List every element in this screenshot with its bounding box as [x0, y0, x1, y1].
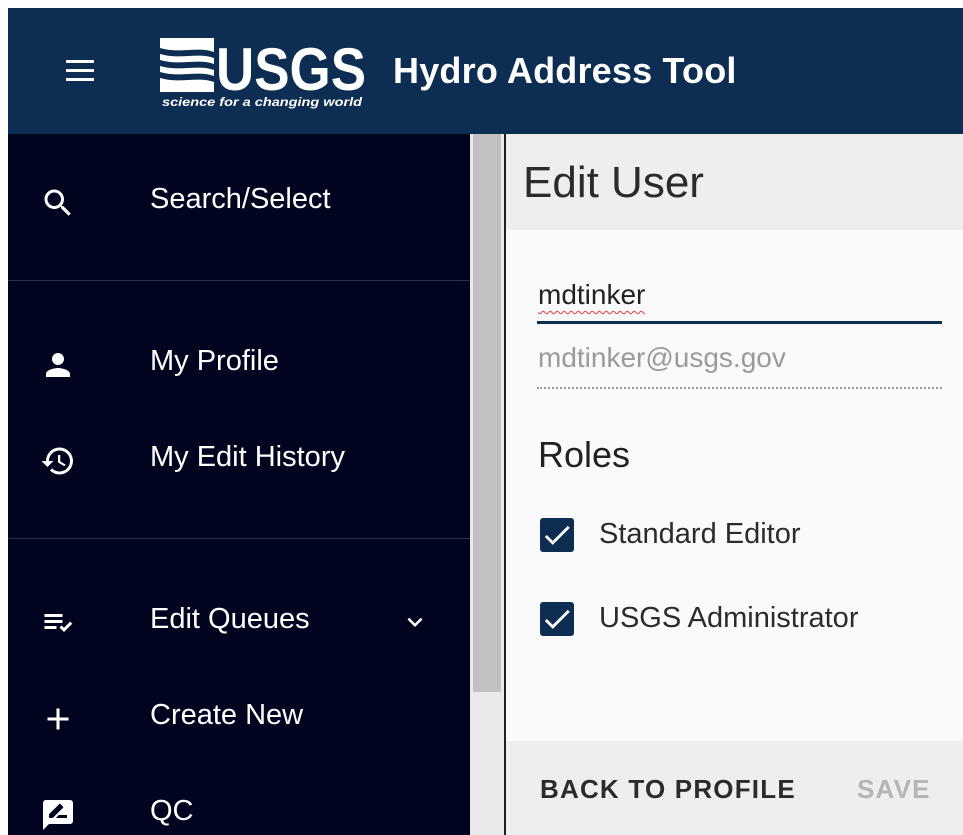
check-icon [544, 609, 570, 629]
page-title: Edit User [523, 158, 704, 207]
panel-header: Edit User [506, 134, 963, 230]
username-field[interactable]: mdtinker [538, 279, 645, 311]
app-title: Hydro Address Tool [393, 50, 737, 91]
sidebar-item-edit-queues[interactable]: Edit Queues [8, 589, 470, 649]
logo-tagline: science for a changing world [162, 95, 363, 109]
playlist-check-icon [40, 605, 76, 641]
app-header: USGS science for a changing world Hydro … [8, 8, 963, 134]
sidebar-item-label: Search/Select [150, 183, 331, 215]
document-top-strip [0, 0, 963, 8]
sidebar-nav: Search/Select My Profile My Edit History… [8, 134, 470, 835]
sidebar-item-search-select[interactable]: Search/Select [8, 169, 470, 229]
history-icon [40, 443, 76, 479]
back-to-profile-button[interactable]: BACK TO PROFILE [540, 774, 796, 805]
usgs-logo-graphic: USGS science for a changing world [160, 36, 366, 109]
role-label: USGS Administrator [599, 602, 859, 634]
chevron-down-icon[interactable] [400, 607, 430, 637]
checkbox-checked[interactable] [540, 518, 574, 552]
logo-wordmark: USGS [216, 36, 366, 103]
save-button[interactable]: SAVE [857, 774, 931, 805]
role-usgs-administrator[interactable]: USGS Administrator [538, 598, 958, 642]
sidebar-item-label: Edit Queues [150, 603, 310, 635]
panel-actions: BACK TO PROFILE SAVE [506, 741, 963, 835]
app-window: USGS science for a changing world Hydro … [8, 8, 963, 835]
sidebar-divider [8, 280, 470, 281]
scrollbar-thumb[interactable] [473, 134, 501, 692]
sidebar-item-my-edit-history[interactable]: My Edit History [8, 427, 470, 487]
sidebar-item-my-profile[interactable]: My Profile [8, 331, 470, 391]
email-field: mdtinker@usgs.gov [538, 342, 786, 373]
rate-review-icon [40, 797, 76, 833]
email-field-underline [537, 387, 942, 389]
sidebar-item-label: Create New [150, 699, 304, 731]
check-icon [544, 525, 570, 545]
plus-icon [40, 701, 76, 737]
person-icon [40, 347, 76, 383]
sidebar-divider [8, 538, 470, 539]
menu-icon[interactable] [66, 58, 96, 84]
sidebar-item-label: QC [150, 795, 194, 827]
sidebar-item-label: My Edit History [150, 441, 345, 473]
sidebar-item-qc[interactable]: QC [8, 781, 470, 835]
username-field-underline [537, 321, 942, 324]
checkbox-checked[interactable] [540, 602, 574, 636]
role-standard-editor[interactable]: Standard Editor [538, 514, 958, 558]
usgs-logo[interactable]: USGS science for a changing world [158, 34, 368, 110]
sidebar-item-create-new[interactable]: Create New [8, 685, 470, 745]
roles-heading: Roles [538, 434, 631, 475]
sidebar-item-label: My Profile [150, 345, 279, 377]
sidebar-scrollbar[interactable] [470, 134, 504, 835]
search-icon [40, 185, 76, 221]
edit-user-panel: Edit User mdtinker mdtinker@usgs.gov Rol… [506, 134, 963, 835]
role-label: Standard Editor [599, 518, 801, 550]
